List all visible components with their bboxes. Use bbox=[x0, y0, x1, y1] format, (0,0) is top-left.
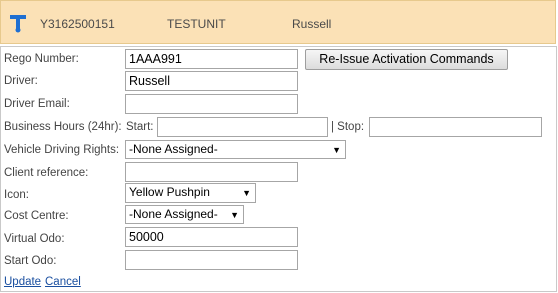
client-reference-label: Client reference: bbox=[4, 167, 89, 179]
unit-header: Y3162500151 TESTUNIT Russell bbox=[0, 0, 556, 44]
start-odo-input[interactable] bbox=[125, 250, 298, 270]
unit-id: Y3162500151 bbox=[40, 17, 115, 31]
driver-input[interactable]: Russell bbox=[125, 71, 298, 91]
stop-label: | Stop: bbox=[331, 121, 365, 133]
cost-centre-select[interactable]: -None Assigned- ▼ bbox=[125, 205, 244, 224]
vehicle-rights-select[interactable]: -None Assigned- ▼ bbox=[125, 140, 346, 159]
stop-hours-input[interactable] bbox=[369, 117, 542, 137]
telstra-logo-icon bbox=[10, 15, 26, 33]
reissue-activation-button[interactable]: Re-Issue Activation Commands bbox=[305, 49, 508, 70]
rego-input[interactable]: 1AAA991 bbox=[125, 49, 298, 69]
chevron-down-icon: ▼ bbox=[332, 145, 341, 155]
business-hours-label: Business Hours (24hr): bbox=[4, 121, 122, 133]
header-driver: Russell bbox=[292, 17, 332, 31]
update-link[interactable]: Update bbox=[4, 276, 41, 288]
chevron-down-icon: ▼ bbox=[242, 188, 251, 198]
cancel-link[interactable]: Cancel bbox=[45, 276, 81, 288]
driver-email-label: Driver Email: bbox=[4, 98, 70, 110]
vehicle-rights-label: Vehicle Driving Rights: bbox=[4, 144, 120, 156]
start-odo-label: Start Odo: bbox=[4, 255, 57, 267]
chevron-down-icon: ▼ bbox=[230, 210, 239, 220]
client-reference-input[interactable] bbox=[125, 162, 298, 182]
icon-label: Icon: bbox=[4, 189, 29, 201]
driver-label: Driver: bbox=[4, 75, 38, 87]
unit-name: TESTUNIT bbox=[167, 17, 226, 31]
cost-centre-value: -None Assigned- bbox=[129, 207, 218, 221]
cost-centre-label: Cost Centre: bbox=[4, 210, 69, 222]
vehicle-rights-value: -None Assigned- bbox=[129, 142, 218, 156]
rego-label: Rego Number: bbox=[4, 53, 79, 65]
driver-email-input[interactable] bbox=[125, 94, 298, 114]
start-label: Start: bbox=[126, 121, 154, 133]
virtual-odo-label: Virtual Odo: bbox=[4, 233, 65, 245]
virtual-odo-input[interactable]: 50000 bbox=[125, 227, 298, 247]
icon-select[interactable]: Yellow Pushpin ▼ bbox=[125, 183, 256, 203]
icon-select-value: Yellow Pushpin bbox=[129, 185, 210, 199]
start-hours-input[interactable] bbox=[157, 117, 328, 137]
